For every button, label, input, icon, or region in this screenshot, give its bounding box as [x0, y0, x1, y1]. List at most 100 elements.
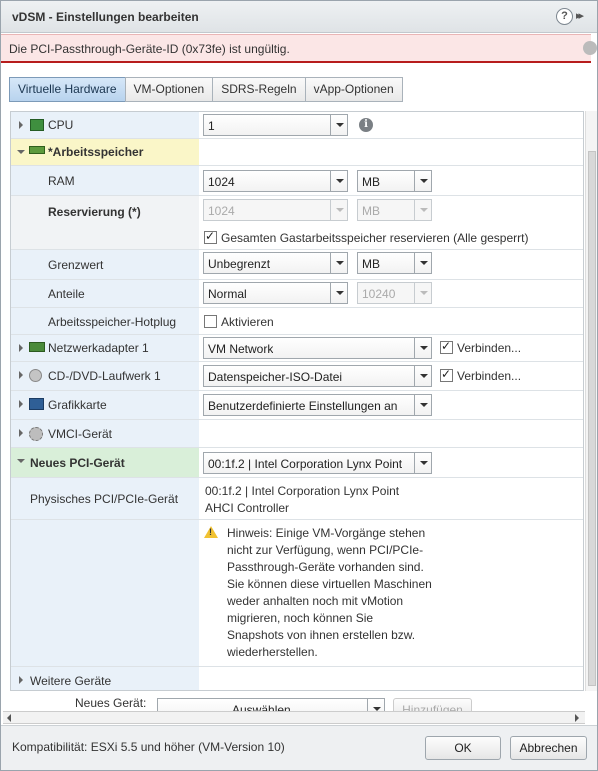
hotplug-checkbox[interactable] [204, 315, 217, 328]
cdrom-connect-checkbox[interactable] [440, 367, 453, 382]
expand-arrow-icon[interactable] [19, 676, 23, 684]
physical-pci-line1: 00:1f.2 | Intel Corporation Lynx Point [205, 484, 400, 498]
row-shares: Anteile Normal 10240 [11, 280, 583, 308]
error-message: Die PCI-Passthrough-Geräte-ID (0x73fe) i… [9, 42, 290, 56]
chevron-down-icon [414, 200, 431, 220]
collapse-arrow-icon[interactable] [17, 150, 25, 154]
expand-arrow-icon[interactable] [19, 121, 23, 129]
physical-pci-line2: AHCI Controller [205, 501, 290, 515]
chevron-down-icon [330, 115, 347, 135]
dialog-footer: Kompatibilität: ESXi 5.5 und höher (VM-V… [1, 725, 597, 770]
video-select[interactable]: Benutzerdefinierte Einstellungen an [203, 394, 432, 416]
ram-unit-select[interactable]: MB [357, 170, 432, 192]
row-hotplug: Arbeitsspeicher-Hotplug Aktivieren [11, 308, 583, 335]
error-banner: Die PCI-Passthrough-Geräte-ID (0x73fe) i… [1, 34, 597, 63]
pci-label: Neues PCI-Gerät [30, 456, 125, 470]
expand-icon[interactable]: ▸▸ [576, 9, 592, 23]
reserve-all-checkbox[interactable] [204, 229, 217, 244]
expand-arrow-icon[interactable] [19, 429, 23, 437]
expand-arrow-icon[interactable] [19, 344, 23, 352]
tab-vapp-options[interactable]: vApp-Optionen [304, 77, 403, 102]
reservation-input: 1024 [203, 199, 348, 221]
ok-button[interactable]: OK [425, 736, 501, 760]
shares-label: Anteile [48, 287, 85, 301]
network-label-cell[interactable]: Netzwerkadapter 1 [11, 335, 199, 361]
other-devices-label: Weitere Geräte [30, 674, 112, 688]
row-vmci: VMCI-Gerät [11, 420, 583, 448]
vmci-label: VMCI-Gerät [48, 427, 113, 441]
chevron-down-icon [330, 283, 347, 303]
new-device-label: Neues Gerät: [75, 696, 147, 710]
reserve-all-label: Gesamten Gastarbeitsspeicher reservieren… [221, 231, 529, 245]
row-cdrom: CD-/DVD-Laufwerk 1 Datenspeicher-ISO-Dat… [11, 362, 583, 391]
tab-vm-options[interactable]: VM-Optionen [124, 77, 214, 102]
row-pci-note: Hinweis: Einige VM-Vorgänge stehen nicht… [11, 519, 583, 667]
cdrom-label-cell[interactable]: CD-/DVD-Laufwerk 1 [11, 362, 199, 390]
ram-input[interactable]: 1024 [203, 170, 348, 192]
cdrom-select[interactable]: Datenspeicher-ISO-Datei [203, 365, 432, 387]
chevron-down-icon [414, 171, 431, 191]
network-adapter-icon [29, 342, 45, 352]
physical-pci-label: Physisches PCI/PCIe-Gerät [30, 492, 179, 506]
memory-icon [29, 146, 45, 154]
reservation-unit-select: MB [357, 199, 432, 221]
reservation-label: Reservierung (*) [48, 205, 141, 219]
shares-amount-input: 10240 [357, 282, 432, 304]
memory-label: *Arbeitsspeicher [48, 145, 144, 159]
chevron-down-icon [414, 283, 431, 303]
vertical-scrollbar[interactable] [585, 111, 597, 691]
network-select[interactable]: VM Network [203, 337, 432, 359]
cpu-icon [30, 119, 44, 131]
limit-unit-select[interactable]: MB [357, 252, 432, 274]
dialog-title: vDSM - Einstellungen bearbeiten [12, 10, 199, 24]
close-error-icon[interactable] [583, 41, 597, 55]
video-label-cell[interactable]: Grafikkarte [11, 391, 199, 419]
horizontal-scrollbar[interactable] [3, 711, 585, 724]
cdrom-label: CD-/DVD-Laufwerk 1 [48, 369, 161, 383]
scroll-left-icon[interactable] [7, 714, 11, 722]
shares-select[interactable]: Normal [203, 282, 348, 304]
chevron-down-icon [414, 338, 431, 358]
other-devices-label-cell[interactable]: Weitere Geräte [11, 667, 199, 690]
gear-icon [29, 427, 43, 441]
row-reservation: Reservierung (*) 1024 MB Gesamten Gastar… [11, 196, 583, 250]
chevron-down-icon [330, 253, 347, 273]
scroll-right-icon[interactable] [575, 714, 579, 722]
info-icon[interactable]: i [359, 118, 373, 132]
expand-arrow-icon[interactable] [19, 400, 23, 408]
network-label: Netzwerkadapter 1 [48, 341, 149, 355]
limit-label: Grenzwert [48, 258, 104, 272]
pci-device-select[interactable]: 00:1f.2 | Intel Corporation Lynx Point [203, 452, 432, 474]
limit-input[interactable]: Unbegrenzt [203, 252, 348, 274]
memory-label-cell[interactable]: *Arbeitsspeicher [11, 139, 199, 165]
chevron-down-icon [414, 395, 431, 415]
scrollbar-thumb[interactable] [588, 151, 596, 686]
video-label: Grafikkarte [48, 398, 107, 412]
pci-label-cell[interactable]: Neues PCI-Gerät [11, 448, 199, 477]
row-limit: Grenzwert Unbegrenzt MB [11, 250, 583, 280]
hardware-list: CPU 1 i *Arbeitsspeicher RAM 1024 MB Res… [10, 111, 584, 691]
row-memory: *Arbeitsspeicher [11, 139, 583, 166]
vmci-label-cell[interactable]: VMCI-Gerät [11, 420, 199, 447]
dialog-titlebar: vDSM - Einstellungen bearbeiten ? ▸▸ [1, 1, 597, 33]
expand-arrow-icon[interactable] [19, 371, 23, 379]
cpu-label: CPU [48, 118, 74, 132]
chevron-down-icon [330, 171, 347, 191]
help-icon[interactable]: ? [556, 8, 573, 25]
cancel-button[interactable]: Abbrechen [510, 736, 587, 760]
tab-bar: Virtuelle Hardware VM-Optionen SDRS-Rege… [9, 77, 403, 102]
cpu-label-cell[interactable]: CPU [11, 112, 199, 138]
tab-virtual-hardware[interactable]: Virtuelle Hardware [9, 77, 126, 102]
chevron-down-icon [414, 253, 431, 273]
compatibility-text: Kompatibilität: ESXi 5.5 und höher (VM-V… [12, 740, 285, 754]
row-new-pci: Neues PCI-Gerät 00:1f.2 | Intel Corporat… [11, 448, 583, 478]
row-ram: RAM 1024 MB [11, 166, 583, 196]
cpu-select[interactable]: 1 [203, 114, 348, 136]
monitor-icon [29, 398, 44, 410]
tab-sdrs-rules[interactable]: SDRS-Regeln [212, 77, 306, 102]
chevron-down-icon [414, 366, 431, 386]
collapse-arrow-icon[interactable] [17, 459, 25, 463]
chevron-down-icon [330, 200, 347, 220]
network-connect-checkbox[interactable] [440, 339, 453, 354]
cd-dvd-icon [29, 369, 42, 382]
